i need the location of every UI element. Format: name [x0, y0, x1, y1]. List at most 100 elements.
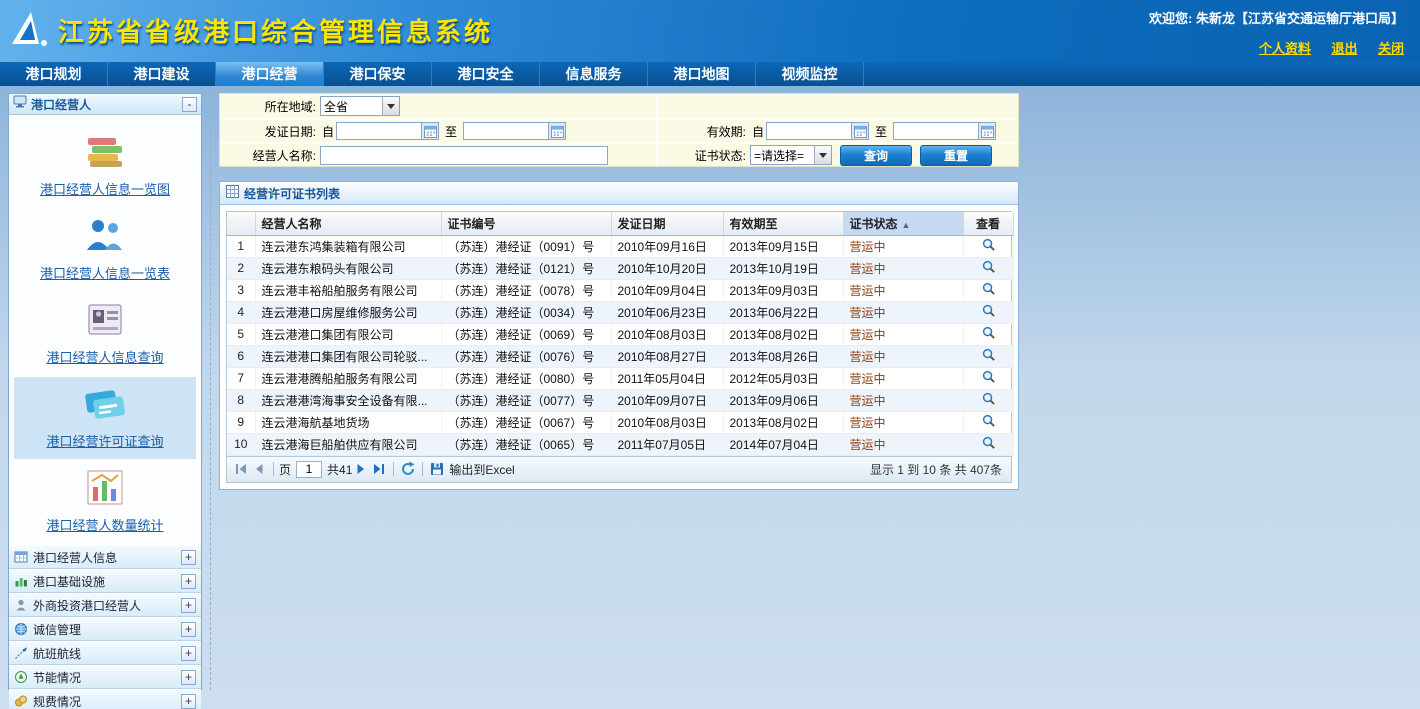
column-header-valid-until[interactable]: 有效期至	[723, 212, 843, 235]
issue-date-to-input[interactable]	[463, 122, 549, 140]
sidebar-item-license-query[interactable]: 港口经营许可证查询	[14, 377, 196, 459]
expand-button[interactable]: +	[181, 550, 196, 565]
table-row[interactable]: 4 连云港港口房屋维修服务公司 （苏连）港经证（0034）号 2010年06月2…	[227, 301, 1013, 323]
accordion-integrity[interactable]: 诚信管理 +	[9, 617, 201, 641]
calendar-icon[interactable]	[549, 122, 566, 140]
close-link[interactable]: 关闭	[1378, 41, 1404, 56]
tab-port-security[interactable]: 港口保安	[324, 62, 432, 86]
cell-status: 营运中	[843, 367, 963, 389]
expand-button[interactable]: +	[181, 670, 196, 685]
cell-rownum: 7	[227, 367, 255, 389]
logout-link[interactable]: 退出	[1332, 41, 1358, 56]
app-logo-icon	[8, 8, 50, 50]
magnifier-icon[interactable]	[981, 303, 996, 318]
magnifier-icon[interactable]	[981, 259, 996, 274]
accordion-energy[interactable]: 节能情况 +	[9, 665, 201, 689]
query-button[interactable]: 查询	[840, 145, 912, 166]
table-row[interactable]: 5 连云港港口集团有限公司 （苏连）港经证（0069）号 2010年08月03日…	[227, 323, 1013, 345]
cell-rownum: 10	[227, 433, 255, 455]
prev-page-button[interactable]	[250, 460, 268, 478]
reset-button[interactable]: 重置	[920, 145, 992, 166]
issue-date-from-input[interactable]	[336, 122, 422, 140]
magnifier-icon[interactable]	[981, 435, 996, 450]
column-header-status-label: 证书状态	[850, 217, 898, 231]
cell-issue-date: 2010年10月20日	[611, 257, 723, 279]
license-card-icon	[82, 384, 128, 424]
magnifier-icon[interactable]	[981, 413, 996, 428]
accordion-flight-routes[interactable]: 航班航线 +	[9, 641, 201, 665]
page-label: 页	[279, 461, 291, 478]
column-header-issue-date[interactable]: 发证日期	[611, 212, 723, 235]
cert-status-select[interactable]: =请选择=	[750, 145, 832, 165]
sidebar-item-info-query[interactable]: 港口经营人信息查询	[14, 293, 196, 375]
expand-button[interactable]: +	[181, 646, 196, 661]
cell-rownum: 3	[227, 279, 255, 301]
tab-port-construction[interactable]: 港口建设	[108, 62, 216, 86]
expand-button[interactable]: +	[181, 598, 196, 613]
expand-button[interactable]: +	[181, 694, 196, 709]
table-row[interactable]: 6 连云港港口集团有限公司轮驳... （苏连）港经证（0076）号 2010年0…	[227, 345, 1013, 367]
cell-status: 营运中	[843, 323, 963, 345]
magnifier-icon[interactable]	[981, 237, 996, 252]
sidebar-item-info-overview-chart[interactable]: 港口经营人信息一览图	[14, 125, 196, 207]
accordion-infrastructure[interactable]: 港口基础设施 +	[9, 569, 201, 593]
magnifier-icon[interactable]	[981, 369, 996, 384]
energy-icon	[14, 670, 28, 684]
tab-port-operation[interactable]: 港口经营	[216, 62, 324, 86]
tab-port-planning[interactable]: 港口规划	[0, 62, 108, 86]
accordion-label: 航班航线	[33, 645, 176, 662]
operator-name-input[interactable]	[320, 146, 608, 165]
table-row[interactable]: 7 连云港港腾船舶服务有限公司 （苏连）港经证（0080）号 2011年05月0…	[227, 367, 1013, 389]
first-page-button[interactable]	[232, 460, 250, 478]
magnifier-icon[interactable]	[981, 281, 996, 296]
table-row[interactable]: 10 连云港海巨船舶供应有限公司 （苏连）港经证（0065）号 2011年07月…	[227, 433, 1013, 455]
validity-to-input[interactable]	[893, 122, 979, 140]
tab-port-map[interactable]: 港口地图	[648, 62, 756, 86]
accordion-fees[interactable]: 规费情况 +	[9, 689, 201, 709]
table-row[interactable]: 9 连云港海航基地货场 （苏连）港经证（0067）号 2010年08月03日 2…	[227, 411, 1013, 433]
profile-link[interactable]: 个人资料	[1259, 41, 1311, 56]
cell-cert-no: （苏连）港经证（0065）号	[441, 433, 611, 455]
accordion-foreign-investors[interactable]: 外商投资港口经营人 +	[9, 593, 201, 617]
next-page-button[interactable]	[352, 460, 370, 478]
last-page-button[interactable]	[370, 460, 388, 478]
magnifier-icon[interactable]	[981, 347, 996, 362]
column-header-cert-no[interactable]: 证书编号	[441, 212, 611, 235]
expand-button[interactable]: +	[181, 622, 196, 637]
calendar-icon[interactable]	[852, 122, 869, 140]
sidebar-item-operator-statistics[interactable]: 港口经营人数量统计	[14, 461, 196, 543]
region-select[interactable]: 全省	[320, 96, 400, 116]
app-header: 江苏省省级港口综合管理信息系统 欢迎您: 朱新龙【江苏省交通运输厅港口局】 个人…	[0, 0, 1420, 62]
table-row[interactable]: 3 连云港丰裕船舶服务有限公司 （苏连）港经证（0078）号 2010年09月0…	[227, 279, 1013, 301]
calendar-icon[interactable]	[979, 122, 996, 140]
tab-port-safety[interactable]: 港口安全	[432, 62, 540, 86]
sidebar-item-info-overview-table[interactable]: 港口经营人信息一览表	[14, 209, 196, 291]
cell-view	[963, 235, 1013, 257]
cell-valid-until: 2013年06月22日	[723, 301, 843, 323]
magnifier-icon[interactable]	[981, 391, 996, 406]
table-row[interactable]: 2 连云港东粮码头有限公司 （苏连）港经证（0121）号 2010年10月20日…	[227, 257, 1013, 279]
flight-route-icon	[14, 646, 28, 660]
from-label: 自	[320, 123, 336, 140]
cell-rownum: 4	[227, 301, 255, 323]
tab-info-service[interactable]: 信息服务	[540, 62, 648, 86]
table-row[interactable]: 8 连云港港湾海事安全设备有限... （苏连）港经证（0077）号 2010年0…	[227, 389, 1013, 411]
accordion-operator-info[interactable]: 港口经营人信息 +	[9, 545, 201, 569]
sidebar-item-label: 港口经营许可证查询	[46, 434, 163, 449]
chevron-down-icon	[382, 97, 399, 115]
page-number-input[interactable]	[296, 461, 322, 478]
tab-video-monitor[interactable]: 视频监控	[756, 62, 864, 86]
calendar-icon[interactable]	[422, 122, 439, 140]
monitor-icon	[13, 95, 27, 114]
export-excel-button[interactable]: 输出到Excel	[449, 461, 514, 478]
cell-view	[963, 389, 1013, 411]
column-header-operator-name[interactable]: 经营人名称	[255, 212, 441, 235]
expand-button[interactable]: +	[181, 574, 196, 589]
validity-from-input[interactable]	[766, 122, 852, 140]
id-card-icon	[82, 300, 128, 340]
refresh-icon[interactable]	[399, 460, 417, 478]
column-header-status[interactable]: 证书状态▲	[843, 212, 963, 235]
magnifier-icon[interactable]	[981, 325, 996, 340]
table-row[interactable]: 1 连云港东鸿集装箱有限公司 （苏连）港经证（0091）号 2010年09月16…	[227, 235, 1013, 257]
collapse-button[interactable]: -	[182, 97, 197, 112]
